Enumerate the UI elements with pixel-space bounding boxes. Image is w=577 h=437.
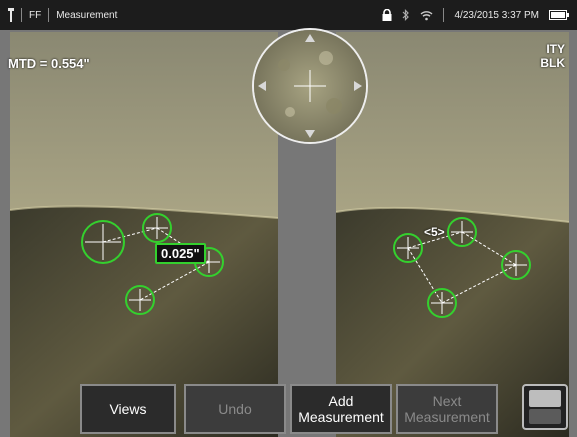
tag-line-1: ITY [546,42,565,56]
right-stereo-view[interactable] [336,32,569,437]
measurement-cursor[interactable] [142,213,172,243]
status-divider [48,8,50,22]
match-cursor [393,233,423,263]
measurement-result-label: 0.025" [155,243,206,264]
views-button[interactable]: Views [80,384,176,434]
add-measurement-line-1: Add [328,393,354,409]
add-measurement-line-2: Measurement [298,409,384,425]
probe-icon [8,8,14,22]
freeze-mode-label: FF [29,9,42,21]
left-cursor-overlay [81,213,224,315]
match-cursor [427,288,457,318]
match-cursor [501,250,531,280]
status-divider [21,8,22,22]
right-cursor-overlay [393,217,531,318]
undo-button-label: Undo [218,401,252,417]
measurement-cursor[interactable] [125,285,155,315]
measurement-toolbar: Views Undo Add Measurement Next Measurem… [70,380,510,437]
next-measurement-line-1: Next [432,393,462,409]
zoom-magnifier-image [254,30,366,142]
mtd-readout: MTD = 0.554" [8,56,90,71]
next-measurement-button[interactable]: Next Measurement [396,384,498,434]
views-button-label: Views [109,401,147,417]
cursor-match-label: <5> [424,225,445,239]
zoom-magnifier[interactable] [252,28,368,144]
status-bar: FF Measurement 4/23/2015 3:37 PM [0,0,577,30]
layout-bottom-pane-icon [529,409,561,424]
battery-icon [549,10,569,20]
next-measurement-label: Next Measurement [404,393,490,425]
tag-line-2: BLK [540,56,565,70]
status-divider [443,8,445,22]
next-measurement-line-2: Measurement [404,409,490,425]
lock-icon [382,9,392,21]
add-measurement-button[interactable]: Add Measurement [290,384,392,434]
tag-label: ITY BLK [540,42,565,70]
undo-button[interactable]: Undo [184,384,286,434]
wifi-icon [420,10,433,21]
screen-layout-toggle[interactable] [522,384,568,430]
match-cursor [447,217,477,247]
measurement-stage: MTD = 0.554" 0.025" <5> ITY BLK [0,28,577,437]
screen-title: Measurement [56,9,118,21]
datetime-label: 4/23/2015 3:37 PM [454,9,539,21]
active-cursor[interactable] [81,220,125,264]
left-stereo-view[interactable] [10,32,278,437]
add-measurement-label: Add Measurement [298,393,384,425]
layout-top-pane-icon [529,390,561,407]
bluetooth-icon [402,9,410,21]
